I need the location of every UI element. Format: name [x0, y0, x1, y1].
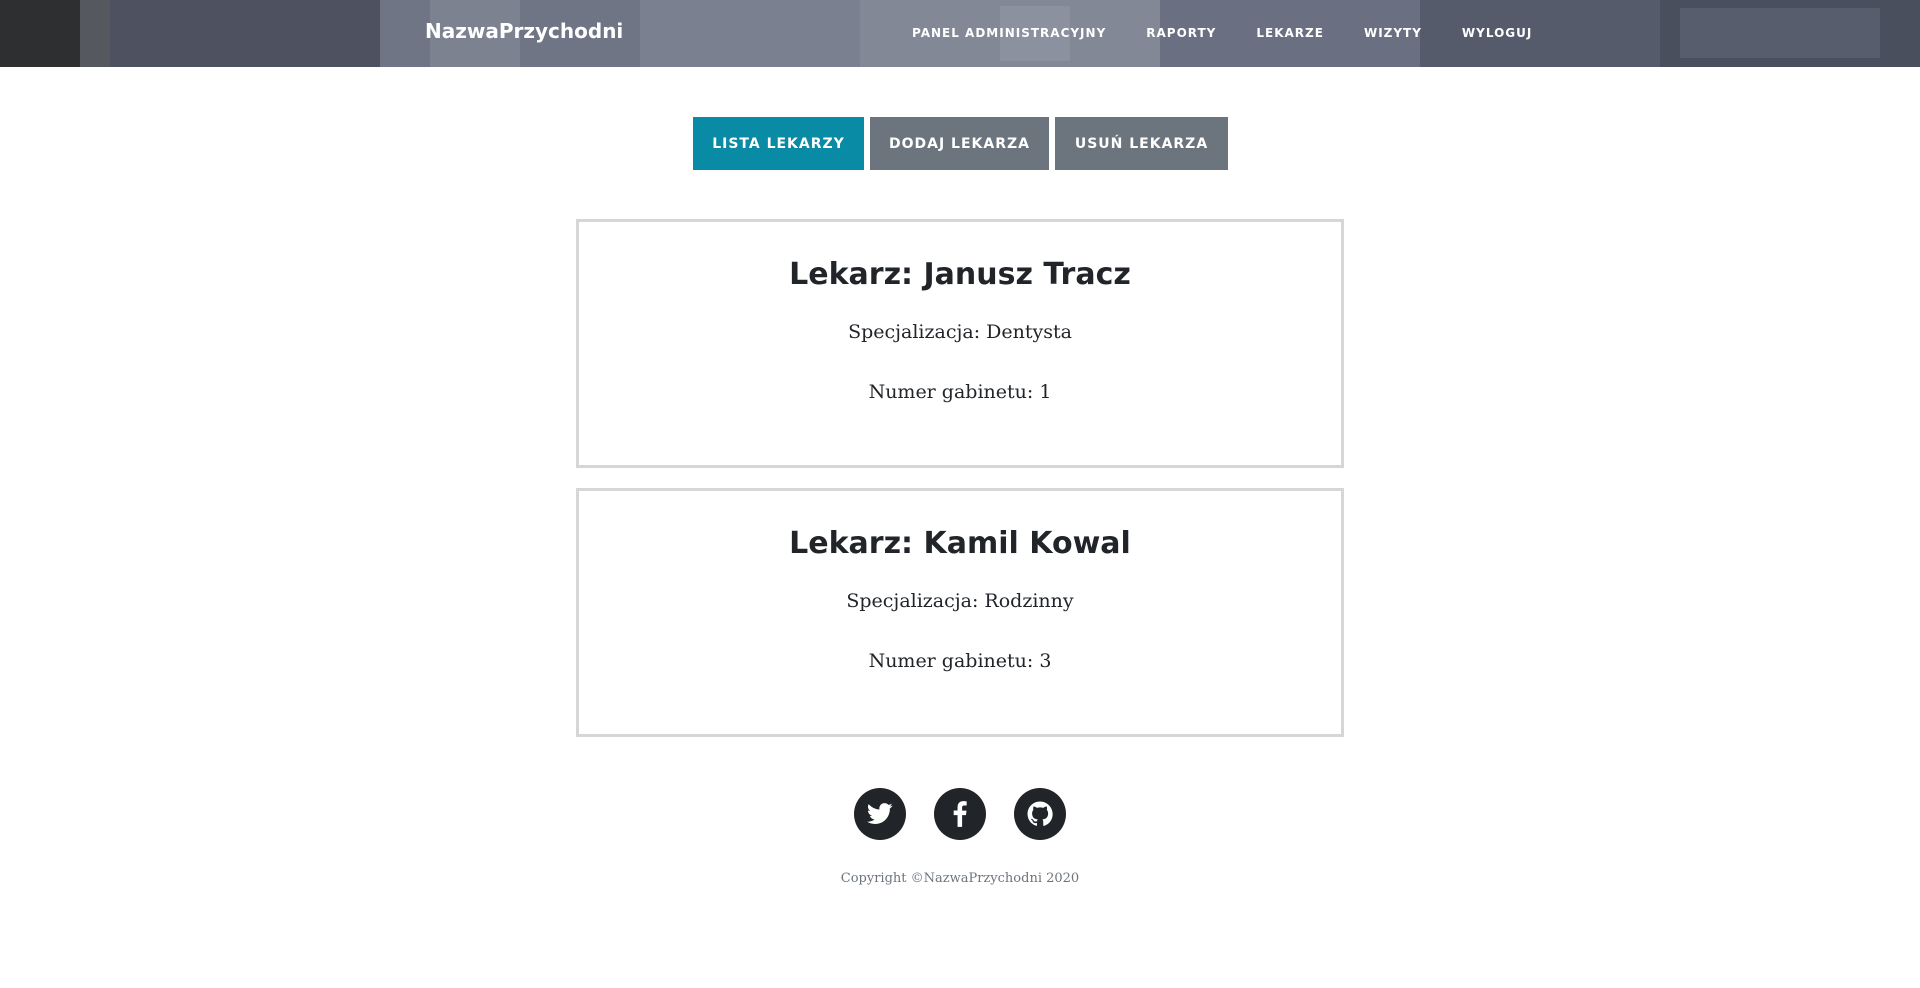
- doctor-specialization: Specjalizacja: Dentysta: [848, 321, 1072, 343]
- nav-item-lekarze[interactable]: Lekarze: [1256, 26, 1324, 40]
- tab-usun-lekarza[interactable]: Usuń lekarza: [1055, 117, 1228, 170]
- doctor-room-number: Numer gabinetu: 1: [868, 381, 1052, 403]
- facebook-icon: [953, 801, 967, 827]
- doctor-specialization: Specjalizacja: Rodzinny: [846, 590, 1074, 612]
- doctor-card: Lekarz: Kamil Kowal Specjalizacja: Rodzi…: [576, 488, 1344, 737]
- nav-item-wizyty[interactable]: Wizyty: [1364, 26, 1422, 40]
- twitter-button[interactable]: [854, 788, 906, 840]
- tab-dodaj-lekarza[interactable]: Dodaj lekarza: [870, 117, 1049, 170]
- doctor-name: Lekarz: Kamil Kowal: [789, 526, 1131, 561]
- nav-item-wyloguj[interactable]: Wyloguj: [1462, 26, 1532, 40]
- navbar: NazwaPrzychodni Panel administracyjny Ra…: [0, 0, 1920, 67]
- github-icon: [1027, 801, 1053, 826]
- doctor-tabs: Lista lekarzy Dodaj lekarza Usuń lekarza: [693, 117, 1228, 170]
- doctor-card: Lekarz: Janusz Tracz Specjalizacja: Dent…: [576, 219, 1344, 468]
- nav-menu: Panel administracyjny Raporty Lekarze Wi…: [912, 26, 1532, 40]
- facebook-button[interactable]: [934, 788, 986, 840]
- github-button[interactable]: [1014, 788, 1066, 840]
- brand-logo[interactable]: NazwaPrzychodni: [425, 19, 623, 43]
- doctor-room-number: Numer gabinetu: 3: [868, 650, 1052, 672]
- nav-item-panel-administracyjny[interactable]: Panel administracyjny: [912, 26, 1106, 40]
- doctor-list: Lekarz: Janusz Tracz Specjalizacja: Dent…: [576, 219, 1344, 757]
- twitter-icon: [867, 803, 893, 824]
- copyright-text: Copyright ©NazwaPrzychodni 2020: [840, 871, 1080, 886]
- nav-item-raporty[interactable]: Raporty: [1146, 26, 1216, 40]
- tab-lista-lekarzy[interactable]: Lista lekarzy: [693, 117, 864, 170]
- social-links: [854, 788, 1066, 840]
- doctor-name: Lekarz: Janusz Tracz: [789, 257, 1131, 292]
